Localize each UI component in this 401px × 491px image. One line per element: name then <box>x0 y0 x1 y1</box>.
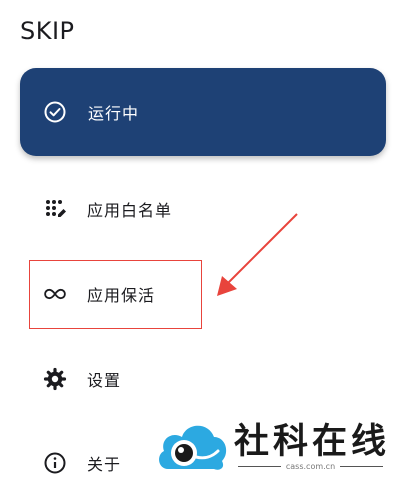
watermark-domain: cass.com.cn <box>285 462 336 471</box>
watermark: 社科在线 cass.com.cn <box>150 405 401 486</box>
dots-grid-icon <box>43 197 67 221</box>
menu-item-settings[interactable]: 设置 <box>20 351 386 407</box>
menu-item-label: 设置 <box>87 371 122 390</box>
app-title: SKIP <box>20 17 75 45</box>
check-circle-icon <box>43 100 67 124</box>
watermark-text: 社科在线 <box>234 421 391 462</box>
menu-item-label: 应用白名单 <box>87 201 173 220</box>
annotation-highlight-box <box>29 260 202 329</box>
watermark-rule <box>340 466 383 467</box>
gear-icon <box>43 367 67 391</box>
status-label: 运行中 <box>88 104 140 123</box>
annotation-arrow <box>217 213 298 296</box>
menu-item-label: 关于 <box>87 455 122 474</box>
info-icon <box>43 451 67 475</box>
watermark-cloud-logo-icon <box>159 425 227 470</box>
watermark-rule <box>238 466 281 467</box>
watermark-domain-row: cass.com.cn <box>238 462 383 471</box>
running-status-card[interactable]: 运行中 <box>20 68 386 156</box>
menu-item-whitelist[interactable]: 应用白名单 <box>20 181 386 237</box>
